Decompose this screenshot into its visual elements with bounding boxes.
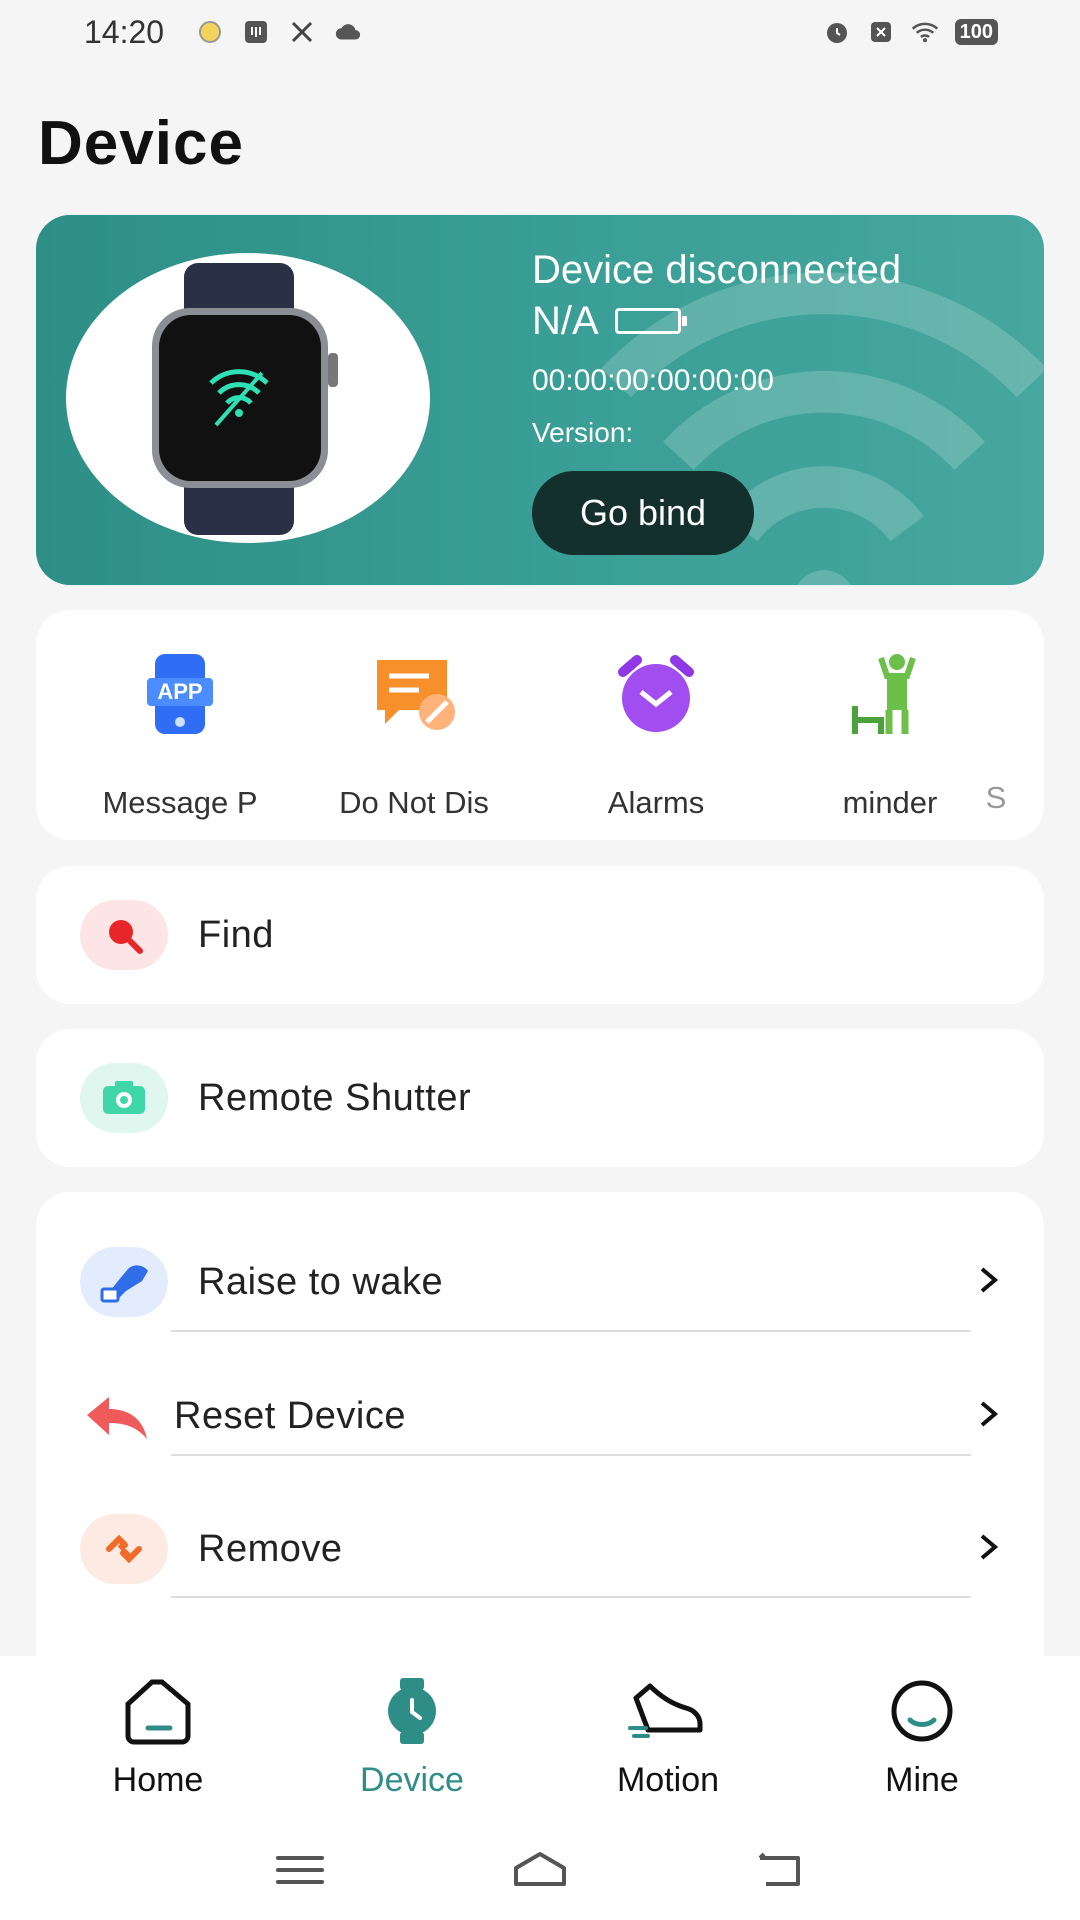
remote-shutter-row[interactable]: Remote Shutter [36, 1038, 1044, 1158]
device-mac: 00:00:00:00:00:00 [532, 364, 774, 397]
wifi-icon [911, 18, 939, 46]
watch-image [66, 253, 430, 543]
camera-icon [80, 1063, 168, 1133]
quick-label: Alarms [607, 785, 705, 820]
notification-icon [196, 18, 224, 46]
battery-text: N/A [532, 299, 599, 343]
raise-to-wake-row[interactable]: Raise to wake [36, 1222, 1044, 1342]
tab-mine[interactable]: Mine [822, 1676, 1022, 1800]
reset-arrow-icon [74, 1381, 162, 1451]
sim-off-icon [867, 18, 895, 46]
unlink-icon [80, 1514, 168, 1584]
raise-to-wake-label: Raise to wake [198, 1260, 444, 1303]
chevron-right-icon [976, 1394, 1002, 1439]
settings-card: Raise to wake Reset Device Remove [36, 1192, 1044, 1727]
chevron-right-icon [976, 1527, 1002, 1572]
home-icon [125, 1679, 191, 1745]
quick-functions[interactable]: APP Message P Do Not Dis Alarms minder S [36, 610, 1044, 840]
device-info: Device disconnected N/A 00:00:00:00:00:0… [532, 245, 901, 453]
sneaker-icon [628, 1683, 703, 1738]
remove-label: Remove [198, 1527, 343, 1570]
svg-text:APP: APP [157, 679, 202, 704]
divider [171, 1454, 971, 1456]
remove-row[interactable]: Remove [36, 1489, 1044, 1609]
find-search-icon [80, 900, 168, 970]
status-left-icons [196, 18, 362, 46]
quick-label: S [985, 780, 1007, 815]
reset-device-label: Reset Device [174, 1394, 406, 1437]
do-not-disturb-icon [377, 660, 455, 730]
divider [171, 1596, 971, 1598]
tab-label: Mine [885, 1761, 959, 1799]
tab-label: Device [360, 1761, 464, 1799]
sedentary-reminder-icon [852, 654, 916, 734]
chevron-right-icon [976, 1260, 1002, 1305]
device-version: Version: [532, 417, 634, 448]
status-right-icons: 100 [823, 18, 998, 46]
profile-smile-icon [891, 1680, 953, 1742]
find-row[interactable]: Find [36, 875, 1044, 995]
quick-label: Message P [102, 785, 258, 820]
tab-device[interactable]: Device [312, 1676, 512, 1800]
quick-item-more[interactable]: S [956, 650, 1036, 816]
tab-label: Motion [616, 1761, 720, 1799]
find-card[interactable]: Find [36, 866, 1044, 1004]
remote-shutter-label: Remote Shutter [198, 1076, 472, 1119]
app-message-icon: APP [147, 654, 213, 734]
status-bar: 14:20 100 [0, 0, 1080, 70]
quick-item-message-push[interactable]: APP Message P [70, 650, 290, 821]
alarm-clock-icon [618, 655, 694, 732]
tab-label: Home [112, 1761, 204, 1799]
more-icon [956, 650, 1044, 740]
device-card[interactable]: Device disconnected N/A 00:00:00:00:00:0… [36, 215, 1044, 585]
find-label: Find [198, 913, 274, 956]
battery-outline-icon [614, 308, 687, 334]
quick-item-do-not-disturb[interactable]: Do Not Dis [304, 650, 524, 821]
smartwatch-icon [152, 263, 338, 535]
quick-label: Do Not Dis [339, 785, 489, 820]
divider [171, 1330, 971, 1332]
tab-motion[interactable]: Motion [568, 1676, 768, 1800]
quick-item-alarms[interactable]: Alarms [546, 650, 766, 821]
raise-wrist-icon [80, 1247, 168, 1317]
device-battery: N/A [532, 295, 901, 347]
status-time: 14:20 [84, 14, 165, 50]
reset-device-row[interactable]: Reset Device [36, 1356, 1044, 1476]
device-status: Device disconnected [532, 248, 902, 292]
watch-icon [388, 1678, 436, 1744]
usb-debug-icon [242, 18, 270, 46]
battery-indicator: 100 [954, 19, 998, 45]
remote-shutter-card[interactable]: Remote Shutter [36, 1029, 1044, 1167]
back-icon[interactable] [752, 1850, 812, 1890]
home-nav-icon[interactable] [510, 1850, 570, 1890]
menu-icon[interactable] [270, 1850, 330, 1890]
cloud-icon [334, 18, 362, 46]
alarm-status-icon [823, 18, 851, 46]
tab-home[interactable]: Home [58, 1676, 258, 1800]
page-title: Device [38, 109, 244, 178]
tools-icon [288, 18, 316, 46]
go-bind-button[interactable]: Go bind [532, 471, 754, 555]
